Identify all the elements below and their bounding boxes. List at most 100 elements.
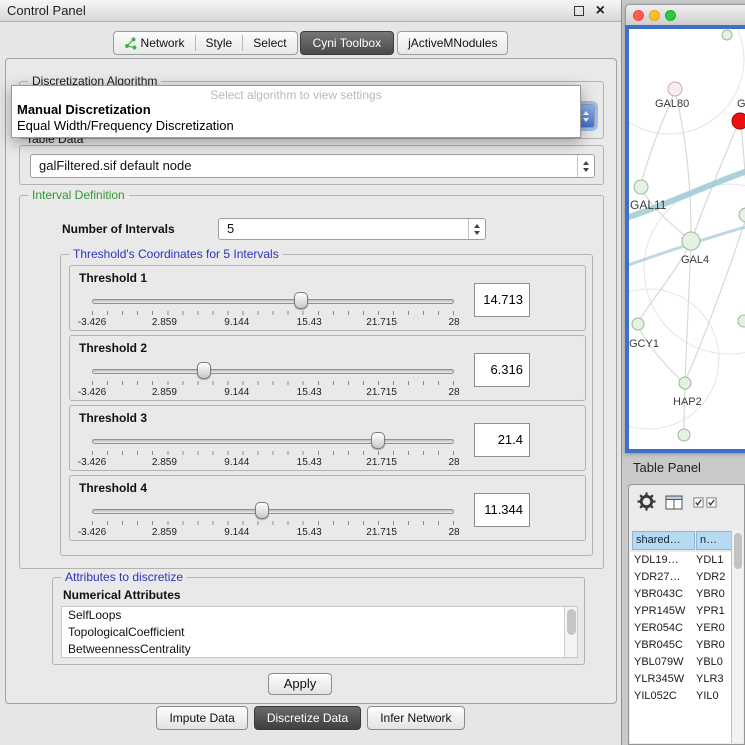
node-label: GAL4 <box>681 254 709 266</box>
table-header-row: shared… n… <box>629 531 733 550</box>
tab-network-label: Network <box>141 36 185 50</box>
float-window-icon[interactable] <box>574 6 584 16</box>
table-row[interactable]: YIL052C YIL0 <box>630 688 733 705</box>
tick-label: 15.43 <box>297 387 322 398</box>
network-graph: GAL80 GAL11 GAL4 GCY1 HAP2 GA <box>629 29 745 449</box>
cell-name: YLR3 <box>696 671 733 688</box>
list-item[interactable]: SelfLoops <box>62 607 577 624</box>
combo-stepper-icon <box>468 219 485 239</box>
cyni-toolbox-panel: Discretization Algorithm Select algorith… <box>5 58 617 704</box>
slider-track[interactable] <box>92 369 454 374</box>
network-canvas[interactable]: GAL80 GAL11 GAL4 GCY1 HAP2 GA <box>625 25 745 453</box>
tick-label: 15.43 <box>297 457 322 468</box>
tick-label: 28 <box>448 317 459 328</box>
combo-stepper-icon <box>577 155 594 177</box>
checkbox-icon[interactable] <box>706 497 717 508</box>
tab-cyni-toolbox[interactable]: Cyni Toolbox <box>300 31 394 55</box>
table-scrollbar[interactable] <box>731 531 743 743</box>
slider-thumb[interactable] <box>371 432 385 449</box>
minimize-traffic-light-icon[interactable] <box>649 10 660 21</box>
dropdown-option-manual[interactable]: Manual Discretization <box>12 102 580 118</box>
attributes-group: Attributes to discretize Numerical Attri… <box>52 577 585 665</box>
network-node[interactable] <box>679 377 691 389</box>
close-traffic-light-icon[interactable] <box>633 10 644 21</box>
threshold-1-value-field[interactable]: 14.713 <box>474 283 530 317</box>
network-window-titlebar <box>625 4 745 25</box>
threshold-4-panel: Threshold 4 -3.426 2.859 9.144 15.43 21.… <box>69 475 586 541</box>
network-node[interactable] <box>739 208 745 222</box>
network-node[interactable] <box>634 180 648 194</box>
slider-track[interactable] <box>92 439 454 444</box>
tab-jactive-label: jActiveMNodules <box>408 36 497 50</box>
apply-button[interactable]: Apply <box>268 673 332 695</box>
table-row[interactable]: YBR043C YBR0 <box>630 586 733 603</box>
table-data-combobox[interactable]: galFiltered.sif default node <box>30 154 595 178</box>
tab-network[interactable]: Network <box>114 32 195 54</box>
threshold-1-slider[interactable]: -3.426 2.859 9.144 15.43 21.715 28 <box>92 286 454 330</box>
attributes-list: SelfLoops TopologicalCoefficient Between… <box>61 606 578 658</box>
threshold-4-slider[interactable]: -3.426 2.859 9.144 15.43 21.715 28 <box>92 496 454 540</box>
number-of-intervals-combobox[interactable]: 5 <box>218 218 486 240</box>
network-node[interactable] <box>678 429 690 441</box>
slider-ticks <box>92 521 454 525</box>
scrollbar-thumb[interactable] <box>567 609 576 635</box>
slider-track[interactable] <box>92 299 454 304</box>
tick-label: 21.715 <box>366 527 397 538</box>
table-data-group: galFiltered.sif default node <box>19 145 604 185</box>
network-node[interactable] <box>738 315 745 327</box>
threshold-2-slider[interactable]: -3.426 2.859 9.144 15.43 21.715 28 <box>92 356 454 400</box>
slider-thumb[interactable] <box>197 362 211 379</box>
network-node[interactable] <box>682 232 700 250</box>
tab-strip: Network Style Select <box>113 31 298 55</box>
tick-label: 9.144 <box>224 387 249 398</box>
tab-cyni-label: Cyni Toolbox <box>313 36 381 50</box>
table-row[interactable]: YDR27… YDR2 <box>630 569 733 586</box>
table-row[interactable]: YPR145W YPR1 <box>630 603 733 620</box>
tab-infer-network[interactable]: Infer Network <box>367 706 464 730</box>
threshold-4-value-field[interactable]: 11.344 <box>474 493 530 527</box>
zoom-traffic-light-icon[interactable] <box>665 10 676 21</box>
cell-name: YDR2 <box>696 569 733 586</box>
table-row[interactable]: YBL079W YBL0 <box>630 654 733 671</box>
slider-thumb[interactable] <box>255 502 269 519</box>
gear-icon[interactable] <box>637 492 656 511</box>
dropdown-option-equal-width[interactable]: Equal Width/Frequency Discretization <box>12 118 580 134</box>
checkbox-icon[interactable] <box>693 497 704 508</box>
column-header-name[interactable]: n… <box>696 531 733 550</box>
table-row[interactable]: YLR345W YLR3 <box>630 671 733 688</box>
tick-label: -3.426 <box>78 317 106 328</box>
threshold-3-slider[interactable]: -3.426 2.859 9.144 15.43 21.715 28 <box>92 426 454 470</box>
network-node[interactable] <box>668 82 682 96</box>
column-header-shared-name[interactable]: shared… <box>632 531 695 550</box>
table-row[interactable]: YBR045C YBR0 <box>630 637 733 654</box>
threshold-2-value-field[interactable]: 6.316 <box>474 353 530 387</box>
slider-scale: -3.426 2.859 9.144 15.43 21.715 28 <box>92 317 454 329</box>
columns-icon[interactable] <box>665 495 683 510</box>
table-panel-window: shared… n… YDL19… YDL1 YDR27… YDR2 YBR04… <box>628 484 745 745</box>
network-edge <box>629 289 719 429</box>
network-node[interactable] <box>722 30 732 40</box>
table-body: YDL19… YDL1 YDR27… YDR2 YBR043C YBR0 YPR… <box>630 552 733 743</box>
tab-jactivemnodules[interactable]: jActiveMNodules <box>397 31 508 55</box>
slider-thumb[interactable] <box>294 292 308 309</box>
close-icon[interactable]: × <box>596 1 605 21</box>
threshold-1-label: Threshold 1 <box>79 271 147 285</box>
network-node-selected[interactable] <box>732 113 745 129</box>
list-item[interactable]: BetweennessCentrality <box>62 641 577 658</box>
attributes-scrollbar[interactable] <box>564 607 577 657</box>
tick-label: 2.859 <box>152 317 177 328</box>
scrollbar-thumb[interactable] <box>734 533 742 569</box>
table-row[interactable]: YER054C YER0 <box>630 620 733 637</box>
slider-track[interactable] <box>92 509 454 514</box>
cell-shared-name: YIL052C <box>634 688 694 705</box>
table-row[interactable]: YDL19… YDL1 <box>630 552 733 569</box>
algorithm-dropdown-popup: Select algorithm to view settings Manual… <box>11 85 581 138</box>
threshold-1-panel: Threshold 1 -3.426 2.859 9.144 15.43 21.… <box>69 265 586 331</box>
threshold-3-value-field[interactable]: 21.4 <box>474 423 530 457</box>
tab-select[interactable]: Select <box>243 32 296 54</box>
tab-discretize-data[interactable]: Discretize Data <box>254 706 361 730</box>
tab-impute-data[interactable]: Impute Data <box>156 706 247 730</box>
network-node[interactable] <box>632 318 644 330</box>
tab-style[interactable]: Style <box>196 32 243 54</box>
list-item[interactable]: TopologicalCoefficient <box>62 624 577 641</box>
